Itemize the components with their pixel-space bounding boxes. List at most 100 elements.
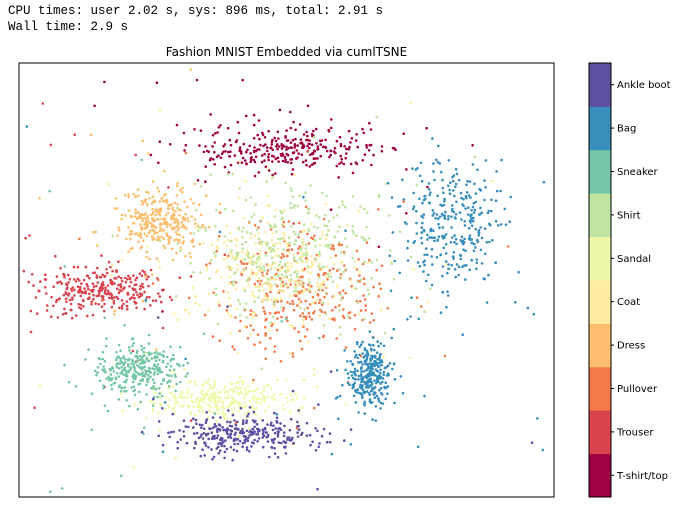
scatter-point	[309, 184, 312, 187]
scatter-point	[332, 216, 335, 219]
scatter-point	[127, 195, 130, 199]
scatter-point	[221, 410, 224, 414]
scatter-point	[228, 297, 231, 300]
scatter-point	[257, 171, 261, 174]
scatter-point	[391, 146, 395, 150]
scatter-point	[159, 207, 163, 211]
scatter-point	[526, 306, 530, 310]
scatter-point	[193, 446, 196, 450]
scatter-point	[241, 427, 244, 431]
scatter-point	[35, 312, 39, 315]
scatter-point	[156, 395, 159, 399]
scatter-point	[295, 397, 299, 400]
scatter-point	[402, 198, 406, 201]
scatter-point	[318, 298, 322, 302]
scatter-point	[160, 403, 163, 407]
scatter-point	[140, 293, 144, 296]
scatter-point	[388, 362, 392, 365]
scatter-point	[345, 147, 348, 151]
scatter-point	[341, 289, 345, 292]
scatter-point	[272, 411, 276, 415]
scatter-point	[363, 153, 367, 156]
scatter-point	[203, 313, 207, 317]
scatter-point	[73, 133, 76, 136]
scatter-point	[272, 305, 276, 309]
scatter-point	[151, 228, 154, 231]
scatter-point	[268, 336, 272, 340]
scatter-point	[259, 262, 262, 266]
scatter-point	[113, 381, 117, 385]
scatter-point	[368, 374, 371, 378]
scatter-point	[272, 424, 275, 428]
scatter-point	[121, 409, 124, 413]
scatter-point	[223, 235, 227, 238]
scatter-point	[161, 326, 165, 330]
scatter-point	[69, 302, 73, 306]
scatter-point	[74, 314, 78, 317]
scatter-point	[380, 359, 383, 362]
scatter-point	[469, 221, 472, 224]
scatter-point	[454, 185, 457, 189]
scatter-point	[292, 230, 296, 234]
scatter-point	[354, 378, 357, 381]
scatter-point	[117, 283, 120, 287]
scatter-point	[277, 254, 281, 258]
scatter-point	[281, 159, 285, 163]
scatter-point	[304, 317, 308, 321]
scatter-point	[289, 417, 293, 421]
scatter-point	[152, 386, 156, 390]
scatter-point	[119, 371, 122, 375]
scatter-point	[305, 421, 309, 425]
scatter-point	[170, 215, 173, 219]
scatter-point	[192, 271, 195, 274]
scatter-point	[429, 287, 432, 290]
scatter-point	[280, 279, 283, 282]
scatter-point	[243, 401, 247, 405]
scatter-point	[293, 146, 296, 149]
scatter-point	[92, 288, 95, 292]
scatter-point	[234, 287, 238, 291]
scatter-point	[355, 234, 358, 238]
scatter-point	[314, 449, 318, 452]
scatter-point	[160, 300, 163, 304]
scatter-point	[132, 192, 135, 196]
scatter-point	[62, 293, 66, 297]
scatter-point	[352, 383, 356, 387]
scatter-point	[71, 298, 74, 301]
scatter-point	[273, 299, 276, 303]
scatter-point	[318, 314, 321, 317]
scatter-point	[434, 216, 437, 220]
scatter-point	[80, 282, 83, 285]
scatter-point	[198, 242, 202, 246]
scatter-point	[261, 432, 265, 436]
scatter-point	[192, 405, 196, 409]
scatter-point	[174, 456, 177, 460]
scatter-point	[281, 252, 284, 256]
scatter-point	[231, 209, 235, 213]
scatter-point	[280, 305, 284, 309]
scatter-point	[301, 160, 305, 164]
scatter-point	[362, 277, 366, 281]
colorbar-label: Shirt	[617, 210, 641, 221]
scatter-point	[307, 278, 311, 281]
scatter-point	[304, 256, 308, 260]
scatter-point	[463, 237, 466, 241]
scatter-point	[260, 367, 264, 371]
scatter-point	[430, 255, 434, 258]
scatter-point	[116, 355, 119, 359]
scatter-point	[292, 302, 295, 306]
scatter-point	[465, 191, 469, 194]
scatter-point	[130, 296, 133, 299]
scatter-point	[318, 287, 321, 290]
scatter-point	[218, 234, 221, 238]
scatter-point	[160, 394, 164, 398]
scatter-point	[192, 202, 195, 205]
scatter-point	[139, 400, 142, 404]
scatter-point	[377, 245, 381, 249]
scatter-point	[194, 383, 197, 386]
scatter-point	[393, 259, 397, 263]
scatter-point	[409, 101, 413, 105]
scatter-point	[247, 276, 251, 280]
scatter-point	[252, 123, 256, 127]
scatter-point	[168, 368, 172, 372]
